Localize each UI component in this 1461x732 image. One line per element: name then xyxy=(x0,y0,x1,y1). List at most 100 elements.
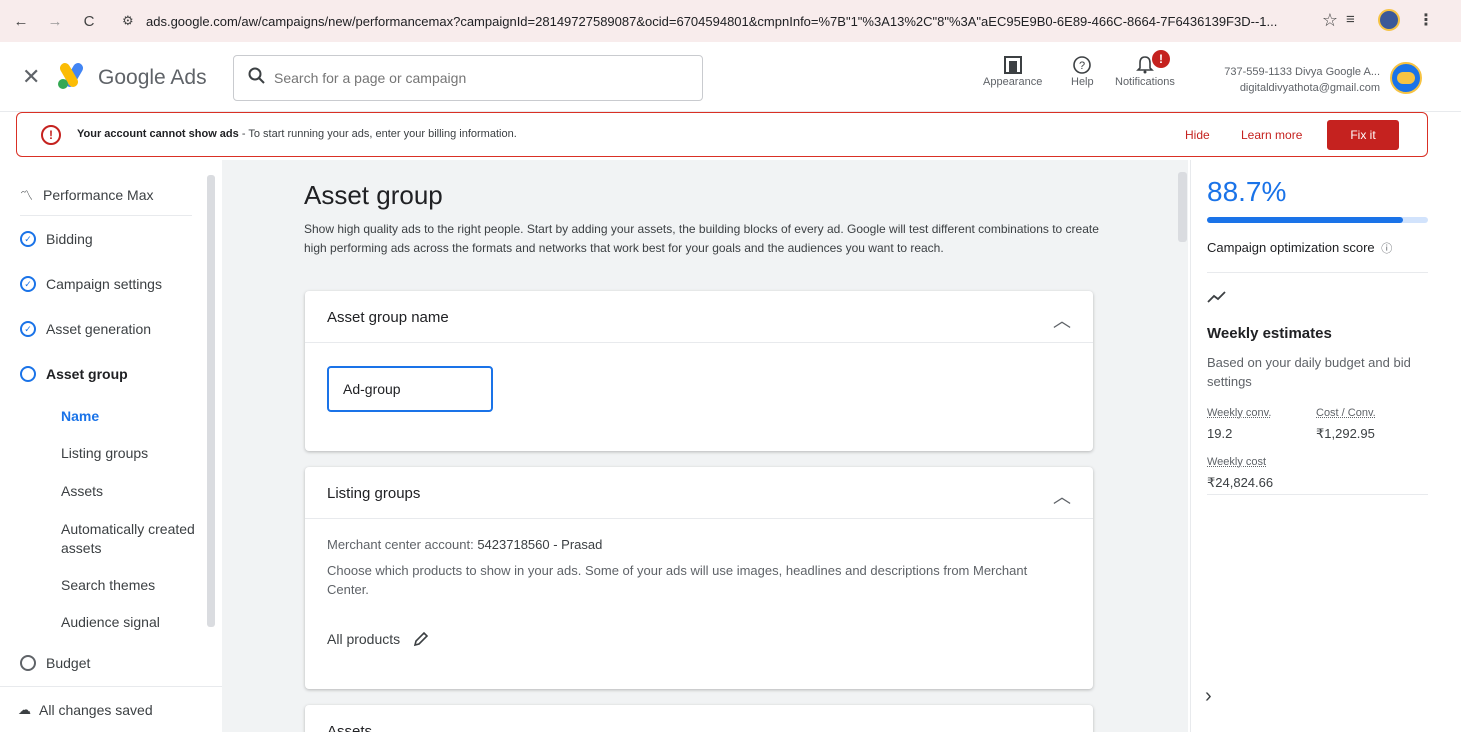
site-info-icon[interactable]: ⚙ xyxy=(122,13,134,29)
fix-it-button[interactable]: Fix it xyxy=(1327,120,1399,150)
listing-info: Choose which products to show in your ad… xyxy=(327,563,1028,597)
reading-list-icon[interactable]: ≡ xyxy=(1346,11,1355,28)
sidebar-item-asset-group[interactable]: Asset group xyxy=(20,366,128,382)
assets-card: Assets ︿ xyxy=(305,705,1093,732)
account-email: digitaldivyathota@gmail.com xyxy=(1239,82,1380,94)
reload-icon[interactable]: C xyxy=(78,10,100,32)
help-label: Help xyxy=(1071,76,1094,88)
divider xyxy=(20,215,192,216)
save-status-label: All changes saved xyxy=(39,701,153,718)
main-content: Asset group Show high quality ads to the… xyxy=(222,160,1188,732)
brand-name: Google Ads xyxy=(98,66,207,89)
address-bar[interactable]: ⚙ ads.google.com/aw/campaigns/new/perfor… xyxy=(112,6,1350,36)
circle-icon xyxy=(20,655,36,671)
chevron-up-icon[interactable]: ︿ xyxy=(1053,721,1071,732)
cloud-check-icon: ☁ xyxy=(18,701,31,717)
all-products-label: All products xyxy=(327,631,401,647)
profile-icon[interactable] xyxy=(1378,9,1400,31)
right-scrollbar[interactable] xyxy=(1179,172,1187,242)
error-icon: ! xyxy=(41,125,61,145)
sidebar-item-performance-max[interactable]: 〽 Performance Max xyxy=(20,185,154,204)
help-icon[interactable]: ⓘ xyxy=(1381,243,1392,255)
asset-group-name-input[interactable] xyxy=(327,366,493,412)
search-icon xyxy=(248,67,265,84)
learn-more-link[interactable]: Learn more xyxy=(1241,128,1302,142)
subitem-listing-groups[interactable]: Listing groups xyxy=(61,444,148,463)
alert-text: - To start running your ads, enter your … xyxy=(238,128,517,140)
save-status: ☁ All changes saved xyxy=(0,686,222,732)
sidebar-item-label: Asset generation xyxy=(46,321,152,337)
weekly-cost-label[interactable]: Weekly cost xyxy=(1207,456,1266,468)
score-label-text: Campaign optimization score xyxy=(1207,240,1375,255)
cost-conv-label[interactable]: Cost / Conv. xyxy=(1316,407,1376,419)
svg-text:?: ? xyxy=(1079,60,1085,72)
sidebar-item-asset-generation[interactable]: ✓ Asset generation xyxy=(20,321,151,337)
all-products[interactable]: All products xyxy=(327,630,430,648)
page-description: Show high quality ads to the right peopl… xyxy=(304,222,1099,255)
sidebar-item-label: Budget xyxy=(46,655,91,671)
subitem-audience-signal[interactable]: Audience signal xyxy=(61,613,160,632)
merchant-value: 5423718560 - Prasad xyxy=(477,537,603,552)
bookmark-star-icon[interactable]: ☆ xyxy=(1322,10,1338,31)
subitem-automatically-created-assets[interactable]: Automatically created assets xyxy=(61,520,201,558)
subitem-search-themes[interactable]: Search themes xyxy=(61,576,155,595)
appearance-label: Appearance xyxy=(983,76,1043,88)
appearance-icon xyxy=(1003,54,1023,76)
help-button[interactable]: ? Help xyxy=(1071,54,1094,88)
score-bar-fill xyxy=(1207,217,1404,223)
back-icon[interactable]: ← xyxy=(10,10,32,32)
chevron-right-icon[interactable]: › xyxy=(1205,685,1212,708)
divider xyxy=(1207,494,1428,495)
sidebar-scrollbar[interactable] xyxy=(207,175,215,627)
notification-badge: ! xyxy=(1152,50,1170,68)
appearance-button[interactable]: Appearance xyxy=(983,54,1042,88)
weekly-conv-value: 19.2 xyxy=(1207,426,1233,441)
help-icon: ? xyxy=(1072,54,1092,76)
score-bar xyxy=(1207,217,1428,223)
ads-header: ✕ Google Ads Appearance ? Help Notificat… xyxy=(0,42,1461,112)
cost-conv-value: ₹1,292.95 xyxy=(1316,426,1375,441)
forward-icon[interactable]: → xyxy=(44,10,66,32)
more-vert-icon[interactable]: ⋮ xyxy=(1418,10,1434,30)
chevron-up-icon[interactable]: ︿ xyxy=(1053,483,1071,509)
optimization-score: 88.7% xyxy=(1207,176,1287,207)
account-info[interactable]: 737-559-1133 Divya Google A... digitaldi… xyxy=(1210,64,1380,96)
weekly-conv-label[interactable]: Weekly conv. xyxy=(1207,407,1271,419)
listing-groups-card: Listing groups ︿ Merchant center account… xyxy=(305,467,1093,689)
card-title: Listing groups xyxy=(327,485,421,502)
card-title: Asset group name xyxy=(327,309,449,326)
avatar[interactable] xyxy=(1390,62,1422,94)
sidebar-item-campaign-settings[interactable]: ✓ Campaign settings xyxy=(20,276,162,292)
close-icon[interactable]: ✕ xyxy=(22,64,40,90)
score-label[interactable]: Campaign optimization score ⓘ xyxy=(1207,240,1392,256)
page-title: Asset group xyxy=(304,180,443,210)
trend-icon: 〽 xyxy=(20,188,34,203)
sidebar-item-budget[interactable]: Budget xyxy=(20,655,90,671)
google-ads-logo-icon xyxy=(58,63,83,89)
url-text: ads.google.com/aw/campaigns/new/performa… xyxy=(146,13,1278,29)
search-input[interactable] xyxy=(274,67,674,89)
weekly-cost-value: ₹24,824.66 xyxy=(1207,475,1274,490)
trending-icon xyxy=(1207,291,1226,303)
sidebar-item-label: Asset group xyxy=(46,366,128,382)
account-id-name: 737-559-1133 Divya Google A... xyxy=(1224,66,1380,78)
edit-pencil-icon[interactable] xyxy=(412,630,430,648)
notifications-label: Notifications xyxy=(1115,76,1175,88)
avatar-image xyxy=(1397,72,1415,84)
subitem-name[interactable]: Name xyxy=(61,407,99,426)
sidebar-item-bidding[interactable]: ✓ Bidding xyxy=(20,231,93,247)
alert-title: Your account cannot show ads xyxy=(77,128,239,140)
weekly-estimates-description: Based on your daily budget and bid setti… xyxy=(1207,355,1411,389)
asset-group-name-card: Asset group name ︿ xyxy=(305,291,1093,451)
hide-link[interactable]: Hide xyxy=(1185,128,1210,142)
subitem-assets[interactable]: Assets xyxy=(61,482,103,501)
card-header[interactable]: Asset group name ︿ xyxy=(305,291,1093,343)
chevron-up-icon[interactable]: ︿ xyxy=(1053,307,1071,333)
card-header[interactable]: Listing groups ︿ xyxy=(305,467,1093,519)
sidebar-item-label: Performance Max xyxy=(43,186,154,203)
check-circle-icon: ✓ xyxy=(20,231,36,247)
sidebar: 〽 Performance Max ✓ Bidding ✓ Campaign s… xyxy=(0,160,222,732)
card-header[interactable]: Assets ︿ xyxy=(305,705,1093,732)
sidebar-item-label: Campaign settings xyxy=(46,276,162,292)
search-box[interactable] xyxy=(233,55,703,101)
